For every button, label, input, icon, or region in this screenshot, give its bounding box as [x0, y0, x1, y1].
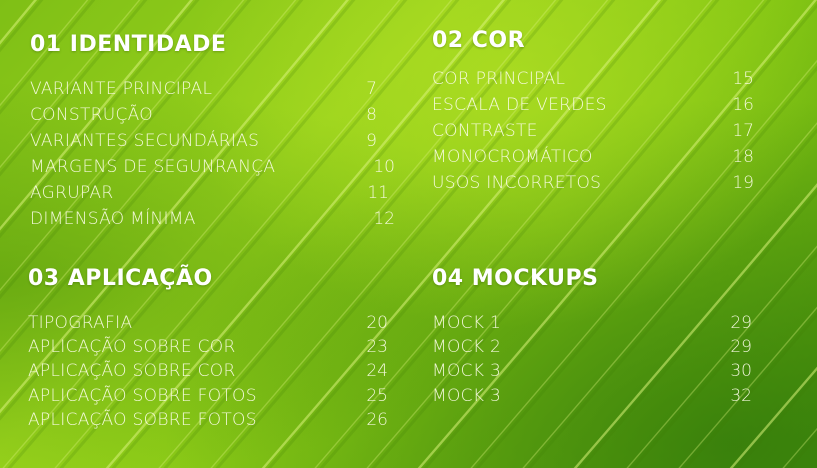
entry-page: 8 [366, 105, 377, 125]
entry-page: 29 [730, 313, 752, 333]
section-cor: 02 COR COR PRINCIPAL 15 ESCALA DE VERDES… [432, 28, 754, 193]
entry-label: USOS INCORRETOS [432, 173, 602, 193]
toc-entry[interactable]: COR PRINCIPAL 15 [432, 66, 754, 92]
section-mockups: 04 MOCKUPS MOCK 1 29 MOCK 2 29 MOCK 3 30… [432, 266, 752, 406]
entry-label: VARIANTES SECUNDÁRIAS [30, 131, 260, 151]
toc-entry[interactable]: AGRUPAR 11 [30, 180, 395, 206]
entry-label: APLICAÇÃO SOBRE COR [28, 337, 236, 357]
entry-page: 32 [730, 386, 752, 406]
entry-label: CONSTRUÇÃO [30, 105, 153, 125]
entry-page: 25 [366, 386, 388, 406]
toc-entry[interactable]: MOCK 1 29 [432, 310, 752, 336]
entry-label: COR PRINCIPAL [432, 69, 566, 89]
entry-label: MOCK 3 [432, 386, 502, 406]
entry-page: 10 [373, 157, 395, 177]
entry-page: 20 [366, 313, 388, 333]
entry-label: DIMENSÃO MÍNIMA [30, 209, 196, 229]
entry-label: CONTRASTE [432, 121, 538, 141]
entry-label: MOCK 1 [432, 313, 502, 333]
toc-entry[interactable]: APLICAÇÃO SOBRE COR 24 [28, 358, 388, 384]
entry-page: 12 [373, 209, 395, 229]
section-title: 01 IDENTIDADE [30, 32, 227, 57]
entry-page: 17 [732, 121, 754, 141]
entry-page: 15 [732, 69, 754, 89]
entry-label: APLICAÇÃO SOBRE FOTOS [28, 410, 257, 430]
entry-page: 26 [366, 410, 388, 430]
section-title: 03 APLICAÇÃO [28, 266, 213, 291]
toc-entry[interactable]: MOCK 3 32 [432, 383, 752, 409]
toc-entry[interactable]: DIMENSÃO MÍNIMA 12 [30, 206, 395, 232]
toc-entry[interactable]: VARIANTE PRINCIPAL 7 [30, 76, 395, 102]
toc-entry[interactable]: APLICAÇÃO SOBRE FOTOS 26 [28, 407, 388, 433]
toc-entry[interactable]: CONTRASTE 17 [432, 118, 754, 144]
entry-page: 23 [366, 337, 388, 357]
entry-label: APLICAÇÃO SOBRE COR [28, 361, 236, 381]
toc-entry[interactable]: MONOCROMÁTICO 18 [432, 144, 754, 170]
toc-entry[interactable]: VARIANTES SECUNDÁRIAS 9 [30, 128, 395, 154]
entry-page: 16 [732, 95, 754, 115]
toc-entry[interactable]: MOCK 2 29 [432, 334, 752, 360]
entry-page: 18 [732, 147, 754, 167]
entry-label: MARGENS DE SEGUNRANÇA [30, 157, 276, 177]
toc-entry[interactable]: APLICAÇÃO SOBRE FOTOS 25 [28, 383, 388, 409]
toc-entry[interactable]: USOS INCORRETOS 19 [432, 170, 754, 196]
entry-page: 30 [730, 361, 752, 381]
toc-entry[interactable]: APLICAÇÃO SOBRE COR 23 [28, 334, 388, 360]
toc-entry[interactable]: CONSTRUÇÃO 8 [30, 102, 395, 128]
toc-entry[interactable]: ESCALA DE VERDES 16 [432, 92, 754, 118]
leaf-vein-shadow [787, 433, 817, 468]
toc-entry[interactable]: TIPOGRAFIA 20 [28, 310, 388, 336]
section-aplicacao: 03 APLICAÇÃO TIPOGRAFIA 20 APLICAÇÃO SOB… [28, 266, 388, 430]
section-title: 02 COR [432, 28, 526, 53]
entry-label: VARIANTE PRINCIPAL [30, 79, 213, 99]
entry-page: 7 [366, 79, 377, 99]
entry-page: 29 [730, 337, 752, 357]
section-identidade: 01 IDENTIDADE VARIANTE PRINCIPAL 7 CONST… [30, 32, 395, 229]
entry-label: AGRUPAR [30, 183, 114, 203]
entry-label: MOCK 2 [432, 337, 502, 357]
entry-label: MONOCROMÁTICO [432, 147, 593, 167]
entry-label: ESCALA DE VERDES [432, 95, 607, 115]
entry-label: TIPOGRAFIA [28, 313, 133, 333]
entry-page: 9 [366, 131, 377, 151]
toc-entry[interactable]: MARGENS DE SEGUNRANÇA 10 [30, 154, 395, 180]
entry-label: MOCK 3 [432, 361, 502, 381]
entry-label: APLICAÇÃO SOBRE FOTOS [28, 386, 257, 406]
toc-entry[interactable]: MOCK 3 30 [432, 358, 752, 384]
section-title: 04 MOCKUPS [432, 266, 599, 291]
entry-page: 24 [366, 361, 388, 381]
entry-page: 11 [367, 183, 389, 203]
entry-page: 19 [732, 173, 754, 193]
